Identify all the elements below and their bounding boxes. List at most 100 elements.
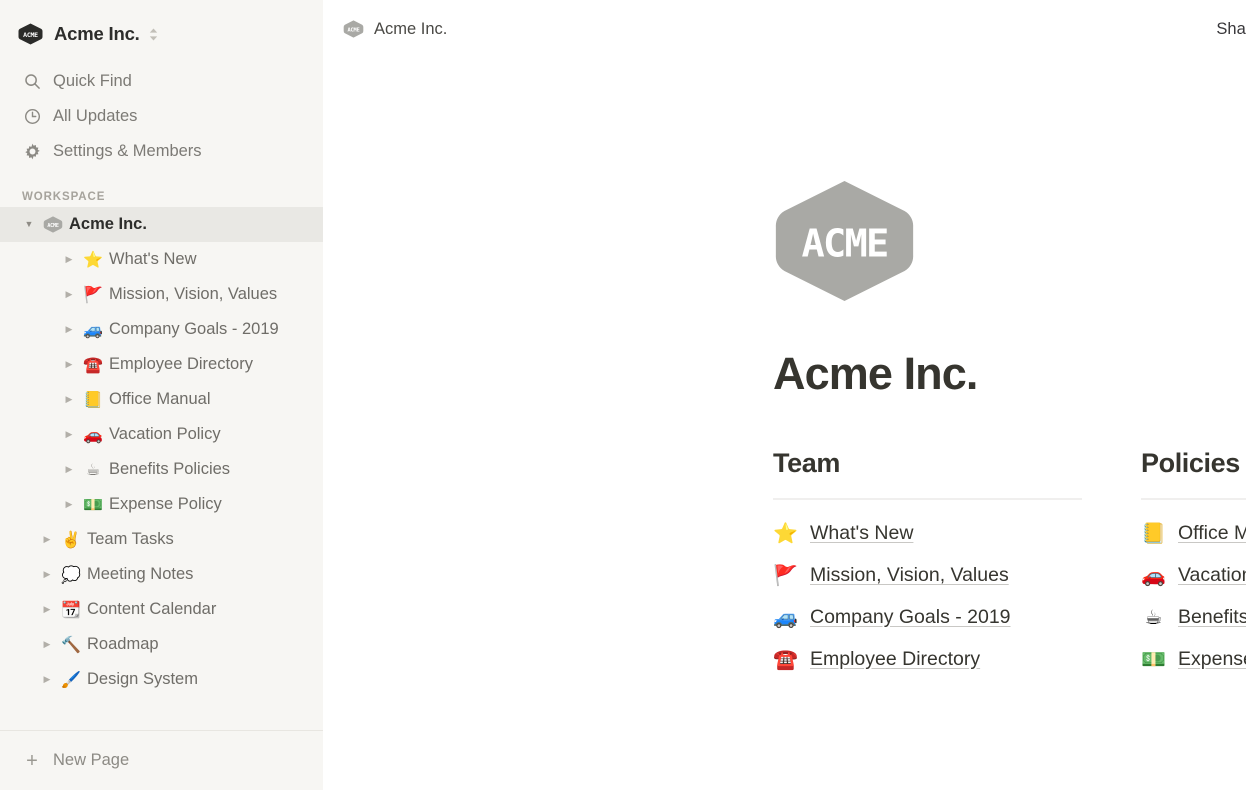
tree-item-label: Benefits Policies <box>109 460 230 479</box>
column-team: Team ⭐ What's New 🚩 Mission, Vision, Val… <box>773 448 1141 680</box>
page-link-employee-directory[interactable]: ☎️ Employee Directory <box>773 638 1141 680</box>
section-label-workspace: WORKSPACE <box>22 191 323 203</box>
page-link-expense-policy[interactable]: 💵 Expense Policy <box>1141 638 1246 680</box>
tree-item-content-calendar[interactable]: ▶ 📆 Content Calendar <box>0 592 323 627</box>
tree-item-label: Content Calendar <box>87 600 216 619</box>
main-content: ACME Acme Inc. Share Updates <box>323 0 1246 790</box>
column-heading: Team <box>773 448 1141 479</box>
breadcrumb-label: Acme Inc. <box>374 20 447 39</box>
chevron-down-icon[interactable]: ▼ <box>22 220 36 229</box>
ledger-emoji: 📒 <box>1141 523 1166 543</box>
page-title: Acme Inc. <box>773 348 1246 400</box>
coffee-emoji: ☕ <box>1141 607 1166 627</box>
tree-item-mission-vision-values[interactable]: ▶ 🚩 Mission, Vision, Values <box>0 277 323 312</box>
tree-item-office-manual[interactable]: ▶ 📒 Office Manual <box>0 382 323 417</box>
chevron-right-icon[interactable]: ▶ <box>62 290 76 299</box>
acme-logo-icon: ACME <box>42 216 64 233</box>
tree-item-acme-inc[interactable]: ▼ ACME Acme Inc. <box>0 207 323 242</box>
tree-item-label: Roadmap <box>87 635 159 654</box>
tree-item-vacation-policy[interactable]: ▶ 🚗 Vacation Policy <box>0 417 323 452</box>
sidebar-item-label: All Updates <box>53 107 137 126</box>
share-button[interactable]: Share <box>1207 15 1246 44</box>
ledger-emoji: 📒 <box>82 392 104 408</box>
page-link-label: Vacation Policy <box>1178 564 1246 587</box>
sidebar-spacer <box>0 697 323 730</box>
page-link-label: Benefits Policies <box>1178 606 1246 629</box>
chevron-right-icon[interactable]: ▶ <box>40 535 54 544</box>
page-link-label: Office Manual <box>1178 522 1246 545</box>
page-body: ACME Acme Inc. Team ⭐ What's New 🚩 Missi… <box>323 178 1246 680</box>
tree-item-label: Expense Policy <box>109 495 222 514</box>
page-link-vacation-policy[interactable]: 🚗 Vacation Policy <box>1141 554 1246 596</box>
chevron-right-icon[interactable]: ▶ <box>40 605 54 614</box>
triangular-flag-emoji: 🚩 <box>773 565 798 585</box>
telephone-emoji: ☎️ <box>773 649 798 669</box>
gear-icon <box>22 142 42 162</box>
sidebar-item-settings-members[interactable]: Settings & Members <box>0 134 323 169</box>
svg-text:ACME: ACME <box>23 31 38 39</box>
victory-hand-emoji: ✌️ <box>60 532 82 548</box>
selector-up-down-icon[interactable] <box>148 27 159 42</box>
tree-item-employee-directory[interactable]: ▶ ☎️ Employee Directory <box>0 347 323 382</box>
page-link-company-goals-2019[interactable]: 🚙 Company Goals - 2019 <box>773 596 1141 638</box>
star-emoji: ⭐ <box>82 252 104 268</box>
tree-item-label: Design System <box>87 670 198 689</box>
thought-balloon-emoji: 💭 <box>60 567 82 583</box>
tree-item-design-system[interactable]: ▶ 🖌️ Design System <box>0 662 323 697</box>
clock-icon <box>22 107 42 127</box>
tree-item-label: Meeting Notes <box>87 565 193 584</box>
column-heading: Policies <box>1141 448 1246 479</box>
page-link-label: Employee Directory <box>810 648 980 671</box>
chevron-right-icon[interactable]: ▶ <box>40 570 54 579</box>
chevron-right-icon[interactable]: ▶ <box>62 360 76 369</box>
tree-item-roadmap[interactable]: ▶ 🔨 Roadmap <box>0 627 323 662</box>
chevron-right-icon[interactable]: ▶ <box>40 640 54 649</box>
chevron-right-icon[interactable]: ▶ <box>62 430 76 439</box>
page-link-label: Company Goals - 2019 <box>810 606 1011 629</box>
share-label: Share <box>1216 20 1246 39</box>
page-link-benefits-policies[interactable]: ☕ Benefits Policies <box>1141 596 1246 638</box>
chevron-right-icon[interactable]: ▶ <box>62 395 76 404</box>
svg-text:ACME: ACME <box>348 27 360 33</box>
tree-item-label: Company Goals - 2019 <box>109 320 279 339</box>
chevron-right-icon[interactable]: ▶ <box>62 500 76 509</box>
tree-item-expense-policy[interactable]: ▶ 💵 Expense Policy <box>0 487 323 522</box>
new-page-button[interactable]: + New Page <box>22 751 129 771</box>
car-emoji: 🚙 <box>82 322 104 338</box>
paintbrush-emoji: 🖌️ <box>60 672 82 688</box>
sidebar-item-all-updates[interactable]: All Updates <box>0 99 323 134</box>
search-icon <box>22 72 42 92</box>
workspace-name: Acme Inc. <box>54 23 140 45</box>
tree-item-label: Employee Directory <box>109 355 253 374</box>
tree-item-meeting-notes[interactable]: ▶ 💭 Meeting Notes <box>0 557 323 592</box>
chevron-right-icon[interactable]: ▶ <box>62 325 76 334</box>
tree-item-team-tasks[interactable]: ▶ ✌️ Team Tasks <box>0 522 323 557</box>
tree-item-label: What's New <box>109 250 197 269</box>
breadcrumb[interactable]: ACME Acme Inc. <box>343 20 447 39</box>
calendar-emoji: 📆 <box>60 602 82 618</box>
page-link-label: Expense Policy <box>1178 648 1246 671</box>
chevron-right-icon[interactable]: ▶ <box>40 675 54 684</box>
plus-icon: + <box>22 751 42 771</box>
page-link-label: What's New <box>810 522 913 545</box>
sidebar-item-quick-find[interactable]: Quick Find <box>0 64 323 99</box>
tree-item-benefits-policies[interactable]: ▶ ☕ Benefits Policies <box>0 452 323 487</box>
svg-text:ACME: ACME <box>801 222 887 267</box>
tree-item-label: Office Manual <box>109 390 211 409</box>
workspace-switcher[interactable]: ACME Acme Inc. <box>0 10 323 58</box>
tree-item-label: Mission, Vision, Values <box>109 285 277 304</box>
acme-logo-icon: ACME <box>18 23 43 45</box>
svg-text:ACME: ACME <box>47 223 58 229</box>
page-link-whats-new[interactable]: ⭐ What's New <box>773 512 1141 554</box>
red-car-emoji: 🚗 <box>82 427 104 443</box>
tree-item-whats-new[interactable]: ▶ ⭐ What's New <box>0 242 323 277</box>
money-emoji: 💵 <box>82 497 104 513</box>
page-link-office-manual[interactable]: 📒 Office Manual <box>1141 512 1246 554</box>
sidebar-footer: + New Page <box>0 730 323 790</box>
tree-item-company-goals-2019[interactable]: ▶ 🚙 Company Goals - 2019 <box>0 312 323 347</box>
column-divider <box>1141 498 1246 500</box>
chevron-right-icon[interactable]: ▶ <box>62 465 76 474</box>
red-car-emoji: 🚗 <box>1141 565 1166 585</box>
chevron-right-icon[interactable]: ▶ <box>62 255 76 264</box>
page-link-mission-vision-values[interactable]: 🚩 Mission, Vision, Values <box>773 554 1141 596</box>
